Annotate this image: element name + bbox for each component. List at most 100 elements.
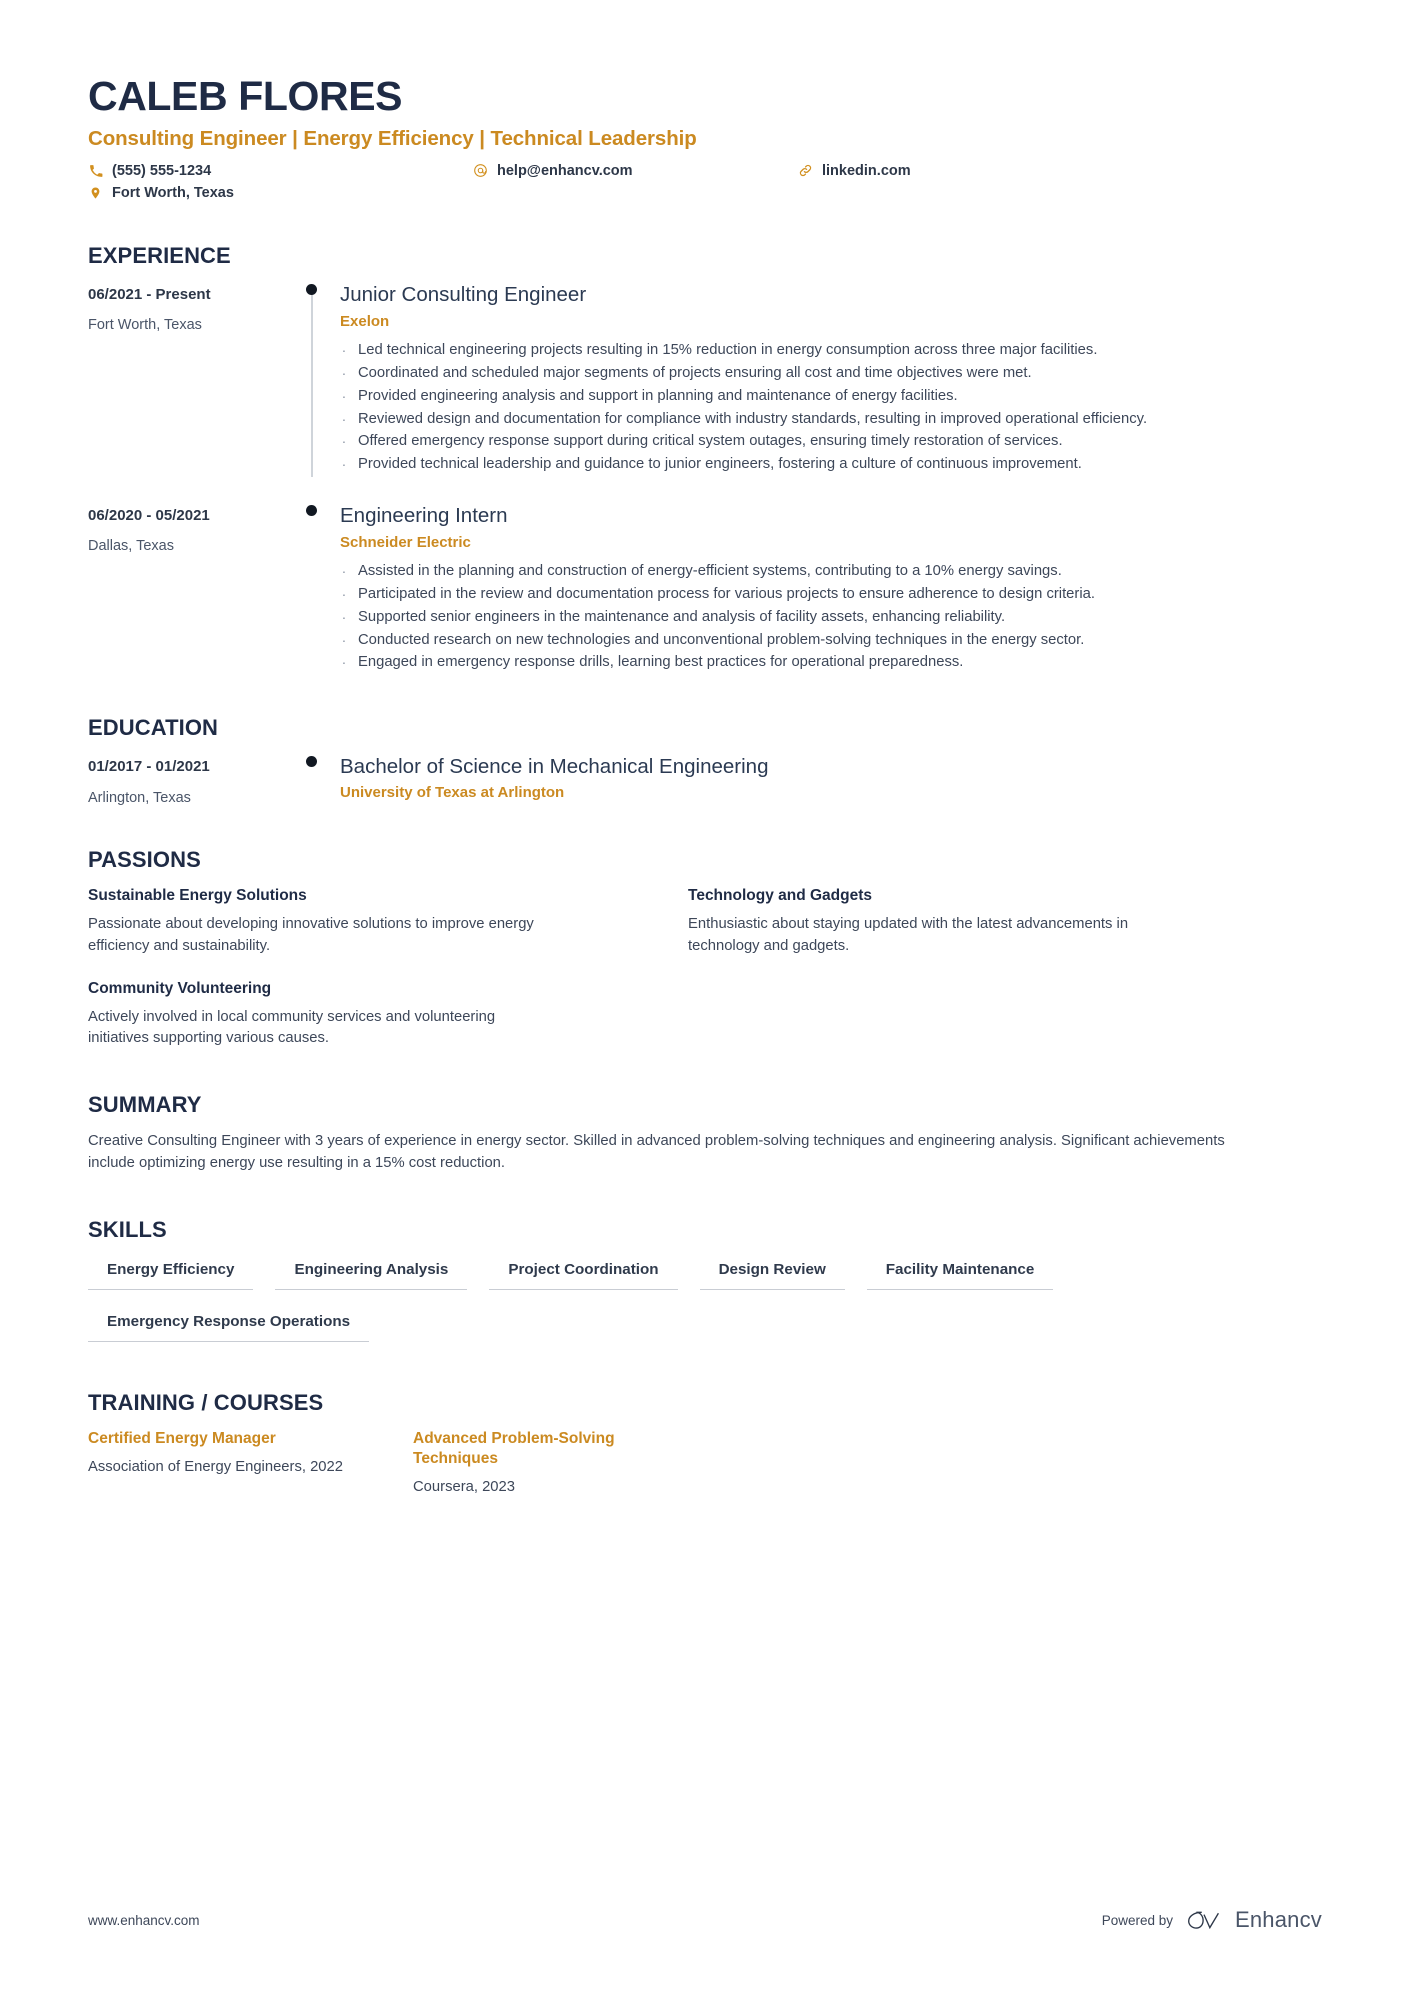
bullet-icon: · xyxy=(341,433,347,450)
training-name: Certified Energy Manager xyxy=(88,1429,276,1447)
training-grid: Certified Energy Manager Association of … xyxy=(88,1429,1208,1498)
training-provider: Coursera, 2023 xyxy=(413,1478,515,1495)
contact-location-text: Fort Worth, Texas xyxy=(112,184,234,201)
bullet-icon: · xyxy=(341,631,347,648)
passions-grid: Sustainable Energy Solutions Passionate … xyxy=(88,886,1208,1050)
experience-company: Exelon xyxy=(340,312,390,330)
bullet-icon: · xyxy=(341,342,347,359)
timeline-dot xyxy=(306,283,317,295)
passion-item: Technology and Gadgets Enthusiastic abou… xyxy=(688,886,1208,957)
list-item: · Offered emergency response support dur… xyxy=(340,431,1322,453)
education-school: University of Texas at Arlington xyxy=(340,784,565,802)
contact-phone[interactable]: (555) 555-1234 xyxy=(88,163,473,179)
contact-info: (555) 555-1234 help@enhancv.com linkedin… xyxy=(88,163,1322,201)
list-item: · Engaged in emergency response drills, … xyxy=(340,652,1322,674)
section-title-passions: PASSIONS xyxy=(88,847,201,873)
education-period: 01/2017 - 01/2021 xyxy=(88,758,210,776)
passion-description: Passionate about developing innovative s… xyxy=(88,915,534,954)
education-entry: 01/2017 - 01/2021 Arlington, Texas Bache… xyxy=(88,754,1322,807)
list-item: · Coordinated and scheduled major segmen… xyxy=(340,363,1322,385)
experience-location: Dallas, Texas xyxy=(88,538,174,555)
training-provider: Association of Energy Engineers, 2022 xyxy=(88,1458,343,1475)
page-title: CALEB FLORES xyxy=(88,73,403,119)
bullet-icon: · xyxy=(341,365,347,382)
timeline-rail xyxy=(293,503,335,675)
skill-tag[interactable]: Emergency Response Operations xyxy=(88,1308,370,1342)
experience-entry-meta: 06/2020 - 05/2021 Dallas, Texas xyxy=(88,503,293,675)
passion-description: Enthusiastic about staying updated with … xyxy=(688,915,1129,954)
experience-entry: 06/2020 - 05/2021 Dallas, Texas Engineer… xyxy=(88,503,1322,675)
resume-footer: www.enhancv.com Powered by Enhancv xyxy=(88,1907,1322,1933)
list-item: · Assisted in the planning and construct… xyxy=(340,561,1322,583)
bullet-icon: · xyxy=(341,410,347,427)
section-training: TRAINING / COURSES Certified Energy Mana… xyxy=(88,1390,1322,1498)
contact-email[interactable]: help@enhancv.com xyxy=(473,163,798,179)
summary-text: Creative Consulting Engineer with 3 year… xyxy=(88,1133,1225,1172)
bullet-text: Assisted in the planning and constructio… xyxy=(358,563,1062,580)
section-experience: EXPERIENCE 06/2021 - Present Fort Worth,… xyxy=(88,243,1322,675)
education-entry-body: Bachelor of Science in Mechanical Engine… xyxy=(335,754,1322,807)
bullet-icon: · xyxy=(341,387,347,404)
bullet-text: Conducted research on new technologies a… xyxy=(358,631,1085,648)
section-summary: SUMMARY Creative Consulting Engineer wit… xyxy=(88,1092,1322,1175)
powered-by-label: Powered by xyxy=(1101,1912,1173,1928)
experience-entry-meta: 06/2021 - Present Fort Worth, Texas xyxy=(88,282,293,477)
professional-headline: Consulting Engineer | Energy Efficiency … xyxy=(88,127,697,151)
timeline-dot xyxy=(306,504,317,516)
list-item: · Supported senior engineers in the main… xyxy=(340,607,1322,629)
skill-tag[interactable]: Design Review xyxy=(699,1256,845,1290)
passion-name: Technology and Gadgets xyxy=(688,887,873,905)
experience-bullets: · Assisted in the planning and construct… xyxy=(340,561,1322,674)
bullet-text: Offered emergency response support durin… xyxy=(358,433,1063,450)
timeline-rail xyxy=(293,282,335,477)
bullet-icon: · xyxy=(341,456,347,473)
skill-tag[interactable]: Energy Efficiency xyxy=(88,1256,254,1290)
section-title-summary: SUMMARY xyxy=(88,1092,202,1118)
bullet-icon: · xyxy=(341,654,347,671)
footer-branding: Powered by Enhancv xyxy=(1102,1907,1322,1933)
section-title-training: TRAINING / COURSES xyxy=(88,1389,324,1415)
list-item: · Provided technical leadership and guid… xyxy=(340,454,1322,476)
section-skills: SKILLS Energy Efficiency Engineering Ana… xyxy=(88,1217,1322,1342)
list-item: · Conducted research on new technologies… xyxy=(340,630,1322,652)
passion-name: Community Volunteering xyxy=(88,980,272,998)
section-education: EDUCATION 01/2017 - 01/2021 Arlington, T… xyxy=(88,715,1322,807)
bullet-text: Provided technical leadership and guidan… xyxy=(358,456,1082,473)
section-passions: PASSIONS Sustainable Energy Solutions Pa… xyxy=(88,847,1322,1050)
resume-page: CALEB FLORES Consulting Engineer | Energ… xyxy=(0,0,1410,1995)
training-item: Certified Energy Manager Association of … xyxy=(88,1429,413,1498)
experience-entry-body: Engineering Intern Schneider Electric · … xyxy=(335,503,1322,675)
passion-item: Sustainable Energy Solutions Passionate … xyxy=(88,886,608,957)
passion-description: Actively involved in local community ser… xyxy=(88,1008,496,1047)
contact-phone-text: (555) 555-1234 xyxy=(112,162,212,179)
bullet-text: Participated in the review and documenta… xyxy=(358,586,1095,603)
contact-linkedin-text: linkedin.com xyxy=(822,162,911,179)
education-degree: Bachelor of Science in Mechanical Engine… xyxy=(340,755,769,779)
contact-linkedin[interactable]: linkedin.com xyxy=(798,163,1322,179)
list-item: · Led technical engineering projects res… xyxy=(340,340,1322,362)
skill-tag[interactable]: Facility Maintenance xyxy=(866,1256,1054,1290)
skills-list: Energy Efficiency Engineering Analysis P… xyxy=(88,1256,1268,1342)
link-icon xyxy=(798,163,813,179)
skill-tag[interactable]: Engineering Analysis xyxy=(275,1256,468,1290)
passion-name: Sustainable Energy Solutions xyxy=(88,887,307,905)
list-item: · Participated in the review and documen… xyxy=(340,584,1322,606)
section-title-education: EDUCATION xyxy=(88,715,219,741)
experience-role: Junior Consulting Engineer xyxy=(340,282,587,306)
bullet-text: Reviewed design and documentation for co… xyxy=(358,410,1148,427)
email-icon xyxy=(473,163,488,179)
section-title-experience: EXPERIENCE xyxy=(88,242,231,268)
experience-bullets: · Led technical engineering projects res… xyxy=(340,340,1322,476)
experience-location: Fort Worth, Texas xyxy=(88,317,202,334)
bullet-text: Engaged in emergency response drills, le… xyxy=(358,654,964,671)
skill-tag[interactable]: Project Coordination xyxy=(489,1256,678,1290)
resume-header: CALEB FLORES Consulting Engineer | Energ… xyxy=(88,0,1322,201)
training-item: Advanced Problem-Solving Techniques Cour… xyxy=(413,1429,1208,1498)
bullet-icon: · xyxy=(341,563,347,580)
experience-period: 06/2021 - Present xyxy=(88,285,211,303)
contact-location: Fort Worth, Texas xyxy=(88,185,473,201)
phone-icon xyxy=(88,163,103,179)
bullet-text: Provided engineering analysis and suppor… xyxy=(358,387,958,404)
experience-role: Engineering Intern xyxy=(340,503,508,527)
footer-website-url[interactable]: www.enhancv.com xyxy=(88,1913,200,1928)
